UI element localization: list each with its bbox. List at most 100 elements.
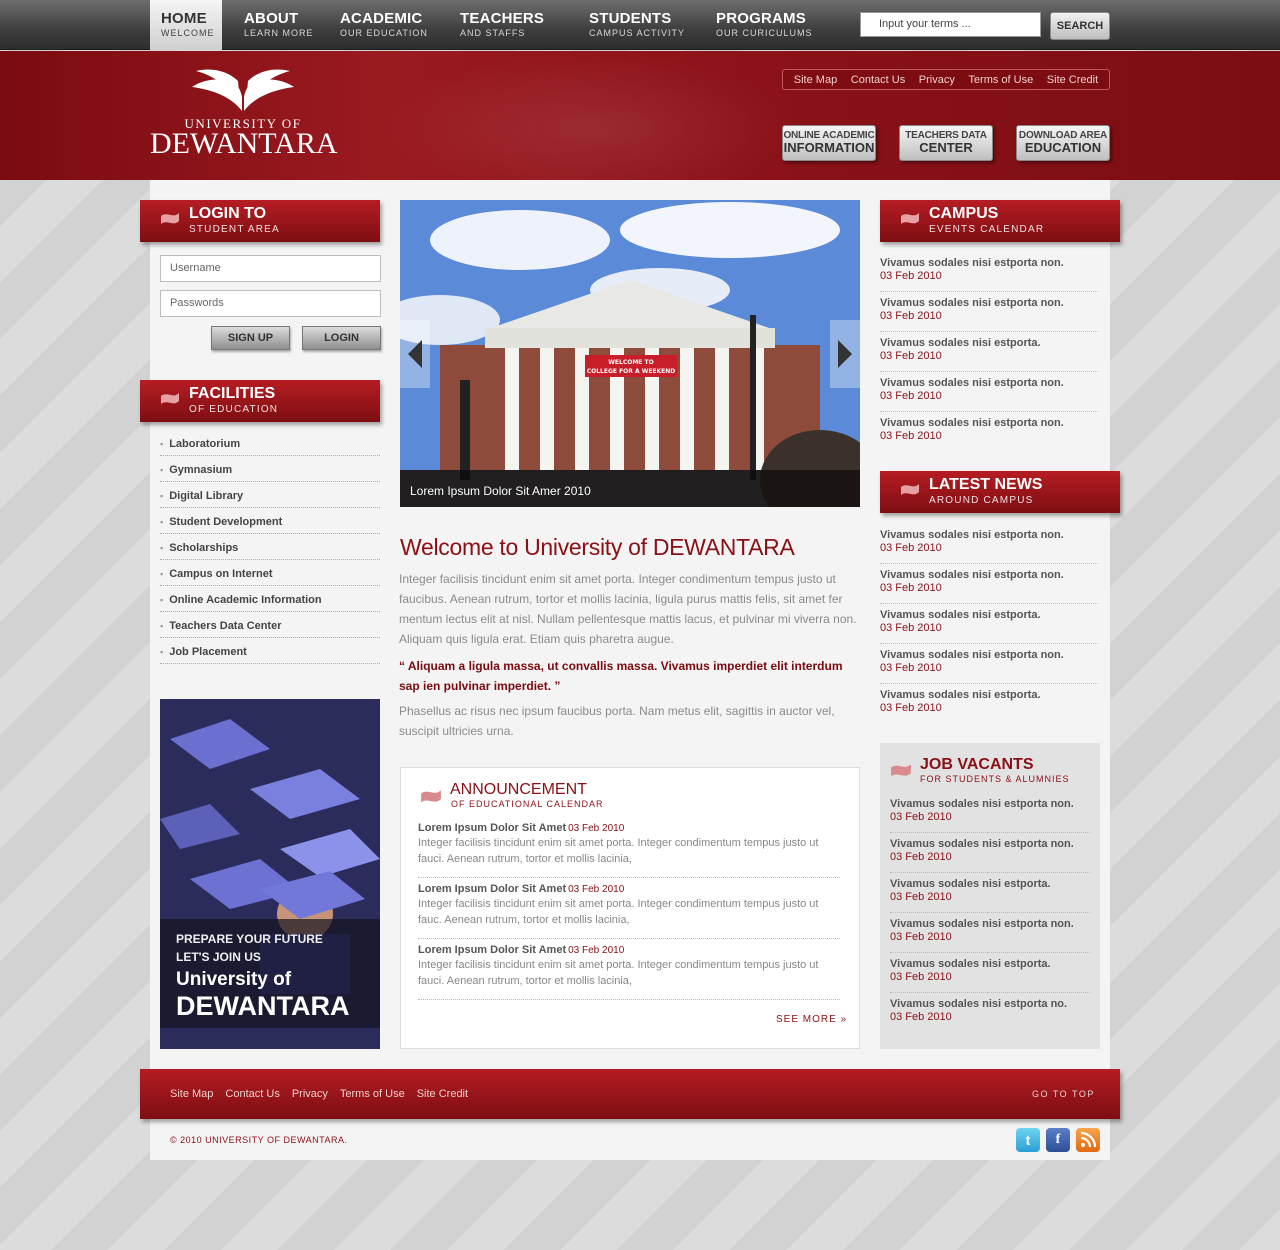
campus-subtitle: EVENTS CALENDAR [929,224,1045,235]
nav-sublabel: OUR CURICULUMS [716,28,813,38]
online-academic-button[interactable]: ONLINE ACADEMIC INFORMATION [782,125,876,161]
job-item-date: 03 Feb 2010 [890,851,952,863]
announcement-item-title: Lorem Ipsum Dolor Sit Amet [418,822,567,834]
job-item-title: Vivamus sodales nisi estporta. [890,958,1051,970]
promo-line3: University of [176,969,292,990]
nav-item-programs[interactable]: PROGRAMS OUR CURICULUMS [705,0,824,50]
announcement-item[interactable]: Lorem Ipsum Dolor Sit Amet 03 Feb 2010 In… [418,881,840,939]
slider-next-button[interactable] [830,320,860,388]
login-button[interactable]: LOGIN [302,326,381,350]
copyright-text: © 2010 UNIVERSITY OF DEWANTARA. [170,1135,348,1145]
news-item-title: Vivamus sodales nisi estporta non. [880,529,1064,541]
footer-link-sitemap[interactable]: Site Map [170,1088,213,1100]
rss-icon[interactable] [1076,1128,1100,1152]
nav-item-academic[interactable]: ACADEMIC OUR EDUCATION [329,0,439,50]
event-item[interactable]: Vivamus sodales nisi estporta non. 03 Feb… [880,252,1098,292]
nav-item-students[interactable]: STUDENTS CAMPUS ACTIVITY [578,0,696,50]
nav-item-teachers[interactable]: TEACHERS AND STAFFS [449,0,555,50]
announcement-item-date: 03 Feb 2010 [568,884,625,895]
image-slider[interactable]: WELCOME TO COLLEGE FOR A WEEKEND Lorem I… [400,200,860,507]
footer-link-privacy[interactable]: Privacy [292,1088,328,1100]
event-item[interactable]: Vivamus sodales nisi estporta. 03 Feb 201… [880,332,1098,372]
see-more-link[interactable]: SEE MORE » [776,1014,847,1025]
util-link-terms[interactable]: Terms of Use [968,74,1033,86]
job-item-date: 03 Feb 2010 [890,971,952,983]
facility-item[interactable]: Campus on Internet [160,560,380,586]
facebook-icon[interactable]: f [1046,1128,1070,1152]
util-link-privacy[interactable]: Privacy [919,74,955,86]
job-item[interactable]: Vivamus sodales nisi estporta. 03 Feb 201… [890,873,1090,913]
nav-sublabel: AND STAFFS [460,28,526,38]
news-item-title: Vivamus sodales nisi estporta. [880,689,1041,701]
util-link-contact[interactable]: Contact Us [851,74,905,86]
news-item[interactable]: Vivamus sodales nisi estporta non. 03 Feb… [880,564,1098,604]
go-to-top-link[interactable]: GO TO TOP [1032,1089,1095,1099]
announcement-title: ANNOUNCEMENT [450,781,587,798]
announcement-item[interactable]: Lorem Ipsum Dolor Sit Amet 03 Feb 2010 In… [418,942,840,1000]
news-item[interactable]: Vivamus sodales nisi estporta. 03 Feb 201… [880,684,1098,724]
facility-item[interactable]: Digital Library [160,482,380,508]
job-item[interactable]: Vivamus sodales nisi estporta non. 03 Feb… [890,913,1090,953]
news-item[interactable]: Vivamus sodales nisi estporta non. 03 Feb… [880,524,1098,564]
twitter-icon[interactable]: t [1016,1128,1040,1152]
news-item[interactable]: Vivamus sodales nisi estporta non. 03 Feb… [880,644,1098,684]
button-bottom-text: CENTER [919,140,973,155]
facility-item[interactable]: Online Academic Information [160,586,380,612]
promo-caption: PREPARE YOUR FUTURE LET'S JOIN US Univer… [160,919,380,1028]
promo-line4: DEWANTARA [176,991,350,1021]
teachers-data-button[interactable]: TEACHERS DATA CENTER [899,125,993,161]
news-item-title: Vivamus sodales nisi estporta non. [880,649,1064,661]
announcement-item-date: 03 Feb 2010 [568,823,625,834]
facility-item[interactable]: Student Development [160,508,380,534]
event-item[interactable]: Vivamus sodales nisi estporta non. 03 Feb… [880,372,1098,412]
facility-item[interactable]: Gymnasium [160,456,380,482]
login-subtitle: STUDENT AREA [189,224,280,235]
event-item[interactable]: Vivamus sodales nisi estporta non. 03 Feb… [880,292,1098,332]
announcement-subtitle: OF EDUCATIONAL CALENDAR [451,799,604,809]
announcement-item-text: Integer facilisis tincidunt enim sit ame… [418,959,819,987]
job-item-date: 03 Feb 2010 [890,891,952,903]
news-item[interactable]: Vivamus sodales nisi estporta. 03 Feb 201… [880,604,1098,644]
promo-banner[interactable]: PREPARE YOUR FUTURE LET'S JOIN US Univer… [160,699,380,1049]
promo-line2: LET'S JOIN US [176,950,261,964]
banner-text-line2: COLLEGE FOR A WEEKEND [587,368,676,375]
footer-link-credit[interactable]: Site Credit [417,1088,468,1100]
nav-item-home[interactable]: HOME WELCOME [150,0,222,50]
signup-button[interactable]: SIGN UP [211,326,290,350]
footer-link-contact[interactable]: Contact Us [225,1088,279,1100]
campus-title: CAMPUS [929,205,999,222]
password-field[interactable]: Passwords [160,290,381,317]
footer-link-terms[interactable]: Terms of Use [340,1088,405,1100]
job-item[interactable]: Vivamus sodales nisi estporta non. 03 Feb… [890,833,1090,873]
jobs-list: Vivamus sodales nisi estporta non. 03 Feb… [890,793,1090,1033]
event-item[interactable]: Vivamus sodales nisi estporta non. 03 Feb… [880,412,1098,452]
facility-item[interactable]: Scholarships [160,534,380,560]
job-item[interactable]: Vivamus sodales nisi estporta. 03 Feb 201… [890,953,1090,993]
username-field[interactable]: Username [160,255,381,282]
job-item[interactable]: Vivamus sodales nisi estporta no. 03 Feb … [890,993,1090,1033]
slider-prev-button[interactable] [400,320,430,388]
nav-item-about[interactable]: ABOUT LEARN MORE [233,0,325,50]
search-input[interactable]: Input your terms ... [860,12,1041,37]
campus-building-photo: WELCOME TO COLLEGE FOR A WEEKEND [400,200,860,507]
util-link-sitemap[interactable]: Site Map [794,74,837,86]
util-link-credit[interactable]: Site Credit [1047,74,1098,86]
job-item-title: Vivamus sodales nisi estporta non. [890,918,1074,930]
job-item[interactable]: Vivamus sodales nisi estporta non. 03 Feb… [890,793,1090,833]
download-area-button[interactable]: DOWNLOAD AREA EDUCATION [1016,125,1110,161]
nav-sublabel: WELCOME [161,28,215,38]
announcement-item[interactable]: Lorem Ipsum Dolor Sit Amet 03 Feb 2010 In… [418,820,840,878]
nav-label: PROGRAMS [716,10,806,27]
welcome-quote: “ Aliquam a ligula massa, ut convallis m… [399,659,843,693]
news-item-date: 03 Feb 2010 [880,702,942,714]
job-item-date: 03 Feb 2010 [890,931,952,943]
facility-item[interactable]: Laboratorium [160,430,380,456]
event-date: 03 Feb 2010 [880,310,942,322]
news-item-title: Vivamus sodales nisi estporta non. [880,569,1064,581]
facility-item[interactable]: Job Placement [160,638,380,664]
university-logo[interactable]: UNIVERSITY OF DEWANTARA [150,65,338,160]
event-title: Vivamus sodales nisi estporta non. [880,257,1064,269]
facility-item[interactable]: Teachers Data Center [160,612,380,638]
search-button[interactable]: SEARCH [1050,12,1110,40]
flag-icon [161,213,179,224]
